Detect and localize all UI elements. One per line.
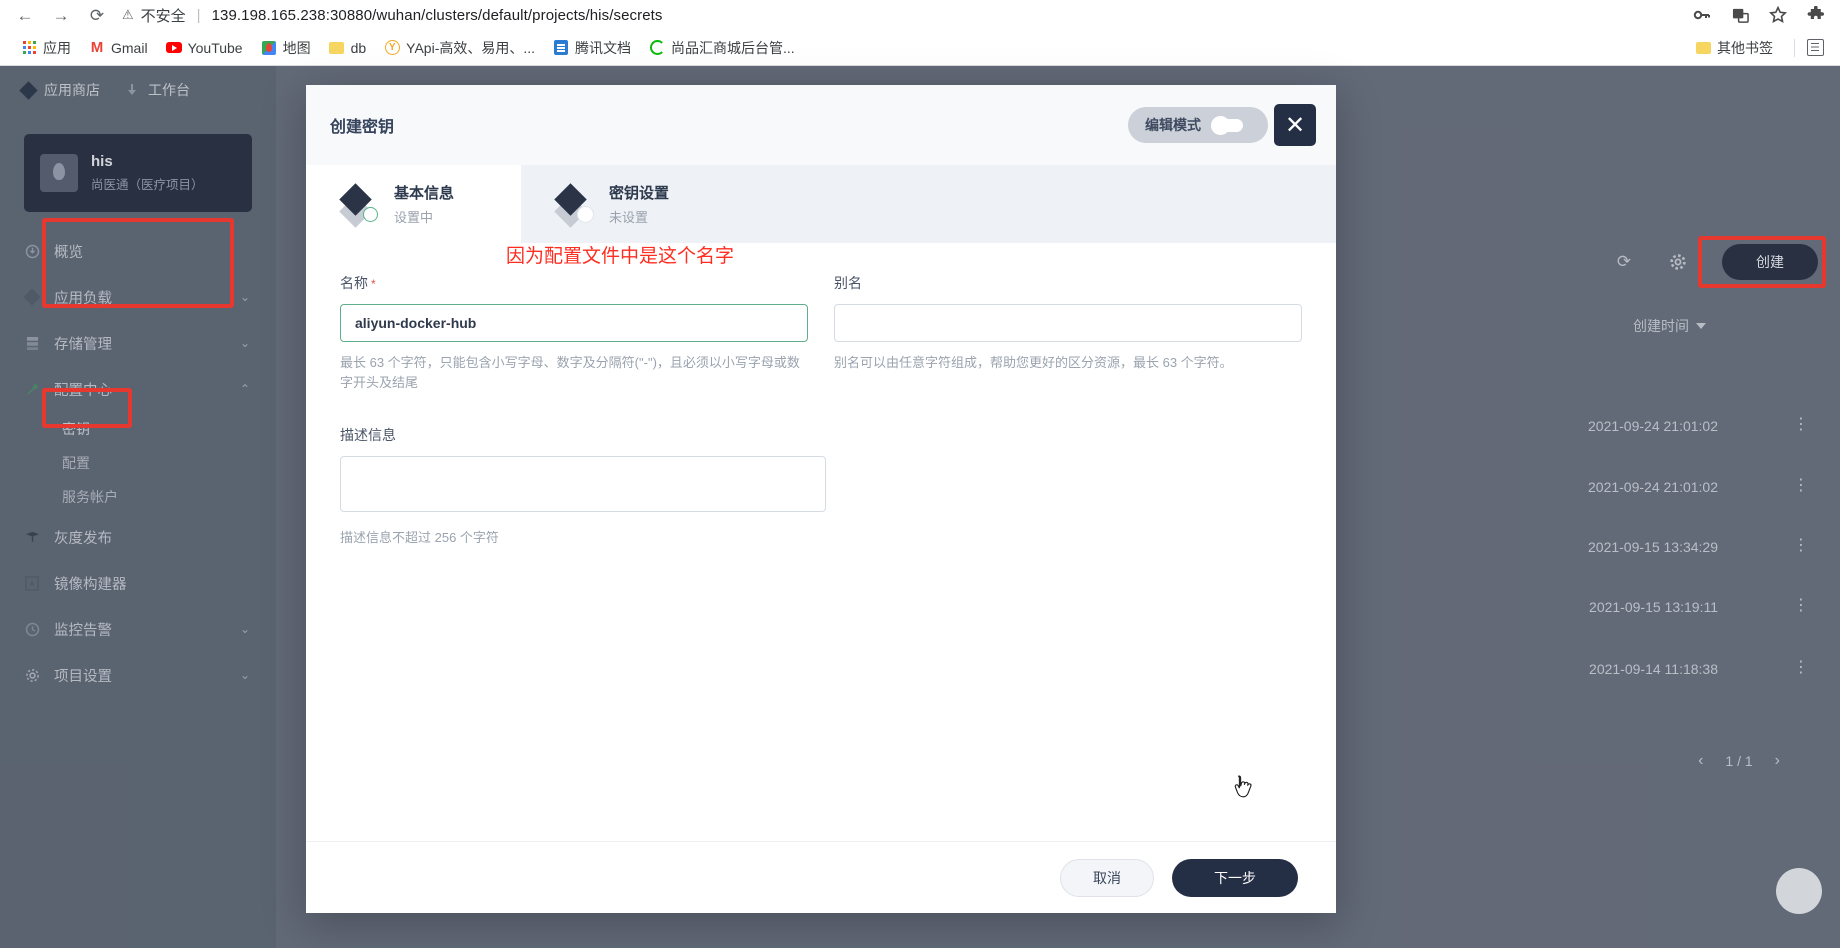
bookmark-item-apps[interactable]: 应用: [12, 35, 80, 61]
bookmark-item-gmail[interactable]: M Gmail: [80, 37, 157, 59]
alias-label: 别名: [834, 275, 862, 291]
bookmark-label: 应用: [43, 39, 71, 56]
bookmarks-bar: 应用 M Gmail YouTube 地图 db Y YApi-高效、易用、..…: [0, 30, 1840, 66]
description-textarea[interactable]: [340, 456, 826, 513]
step-text: 密钥设置 未设置: [609, 182, 669, 226]
gmail-icon: M: [90, 39, 104, 56]
bookmark-label: 腾讯文档: [575, 39, 632, 56]
bookmark-star-icon[interactable]: [1768, 5, 1788, 25]
description-label: 描述信息: [340, 427, 396, 444]
bookmarks-bar-right: 其他书签: [1686, 35, 1828, 61]
step-name: 密钥设置: [609, 185, 670, 202]
edit-mode-label: 编辑模式: [1145, 117, 1201, 133]
close-icon[interactable]: ✕: [1274, 104, 1316, 146]
name-label-text: 名称: [340, 275, 368, 291]
name-input[interactable]: [340, 304, 808, 342]
other-bookmarks-button[interactable]: 其他书签: [1686, 35, 1782, 61]
divider: [1794, 38, 1795, 57]
tencent-docs-icon: [553, 40, 569, 56]
bookmark-item-yapi[interactable]: Y YApi-高效、易用、...: [375, 35, 544, 61]
step-basic-info[interactable]: 基本信息 设置中: [306, 165, 521, 243]
step-status: 设置中: [394, 210, 434, 225]
security-label: 不安全: [140, 7, 186, 25]
description-hint: 描述信息不超过 256 个字符: [340, 530, 499, 546]
annotation-text: 因为配置文件中是这个名字: [506, 246, 735, 267]
alias-hint: 别名可以由任意字符组成，帮助您更好的区分资源，最长 63 个字符。: [834, 355, 1233, 370]
bookmark-item-shangpinhui[interactable]: 尚品汇商城后台管...: [640, 35, 804, 61]
google-maps-icon: [261, 40, 277, 56]
modal-body: 因为配置文件中是这个名字 名称* 最长 63 个字符，只能包含小写字母、数字及分…: [306, 243, 1336, 841]
cancel-button[interactable]: 取消: [1060, 858, 1154, 897]
youtube-icon: [165, 40, 182, 56]
forward-arrow-icon[interactable]: →: [50, 4, 72, 26]
extensions-puzzle-icon[interactable]: [1806, 5, 1826, 25]
browser-nav-bar: ← → ⟳ ⚠ 不安全 | 139.198.165.238:30880/wuha…: [0, 0, 1840, 30]
bookmark-label: Gmail: [111, 39, 148, 56]
omnibox-divider: |: [196, 6, 201, 24]
browser-action-icons: [1678, 5, 1826, 25]
name-hint: 最长 63 个字符，只能包含小写字母、数字及分隔符("-")，且必须以小写字母或…: [340, 355, 800, 391]
password-key-icon[interactable]: [1692, 5, 1712, 25]
step-secret-settings[interactable]: 密钥设置 未设置: [521, 165, 736, 243]
next-step-button[interactable]: 下一步: [1172, 858, 1298, 897]
modal-header: 创建密钥 编辑模式 ✕: [306, 85, 1336, 165]
bookmark-label: 地图: [282, 39, 311, 56]
folder-icon: [1695, 40, 1711, 56]
edit-mode-toggle[interactable]: 编辑模式: [1128, 107, 1268, 143]
screen: ← → ⟳ ⚠ 不安全 | 139.198.165.238:30880/wuha…: [0, 0, 1840, 948]
bookmark-label: YApi-高效、易用、...: [406, 39, 536, 56]
bookmark-label: 尚品汇商城后台管...: [671, 39, 795, 56]
other-bookmarks-label: 其他书签: [1717, 39, 1773, 56]
bookmark-label: YouTube: [187, 39, 243, 56]
step-status: 未设置: [609, 210, 649, 225]
url-text: 139.198.165.238:30880/wuhan/clusters/def…: [211, 6, 663, 24]
description-field-group: 描述信息 描述信息不超过 256 个字符: [340, 425, 826, 548]
modal-footer: 取消 下一步: [306, 841, 1336, 913]
back-arrow-icon[interactable]: ←: [14, 4, 36, 26]
not-secure-warning-icon: ⚠: [122, 7, 134, 22]
shangpinhui-icon: [649, 40, 665, 56]
folder-icon: [329, 40, 345, 56]
step-diamond-icon: [554, 183, 595, 228]
create-secret-modal: 创建密钥 编辑模式 ✕ 基本信息 设置中 密钥设置 未设置 因为配置文件中是这个…: [306, 85, 1336, 913]
name-label: 名称 *: [340, 273, 808, 293]
reading-list-icon[interactable]: [1807, 39, 1824, 56]
bookmark-item-db[interactable]: db: [320, 37, 376, 59]
alias-field-group: 别名 别名可以由任意字符组成，帮助您更好的区分资源，最长 63 个字符。: [834, 273, 1302, 393]
address-bar[interactable]: ⚠ 不安全 | 139.198.165.238:30880/wuhan/clus…: [122, 2, 1664, 28]
bookmark-item-maps[interactable]: 地图: [252, 35, 320, 61]
name-field-group: 名称* 最长 63 个字符，只能包含小写字母、数字及分隔符("-")，且必须以小…: [340, 273, 808, 393]
translate-icon[interactable]: [1730, 5, 1750, 25]
reload-icon[interactable]: ⟳: [86, 4, 108, 26]
step-diamond-icon: [339, 183, 380, 228]
bookmark-item-youtube[interactable]: YouTube: [157, 37, 252, 59]
toggle-switch[interactable]: [1211, 115, 1243, 135]
alias-input[interactable]: [834, 304, 1302, 342]
step-name: 基本信息: [394, 185, 455, 202]
step-text: 基本信息 设置中: [394, 182, 454, 226]
bookmark-item-tencent-docs[interactable]: 腾讯文档: [544, 35, 640, 61]
apps-grid-icon: [21, 40, 37, 56]
required-marker: *: [371, 277, 376, 291]
yapi-icon: Y: [384, 40, 400, 56]
bookmark-label: db: [350, 39, 367, 56]
modal-title: 创建密钥: [330, 119, 395, 136]
modal-steps: 基本信息 设置中 密钥设置 未设置: [306, 165, 1336, 243]
form-grid: 名称* 最长 63 个字符，只能包含小写字母、数字及分隔符("-")，且必须以小…: [340, 273, 1302, 393]
